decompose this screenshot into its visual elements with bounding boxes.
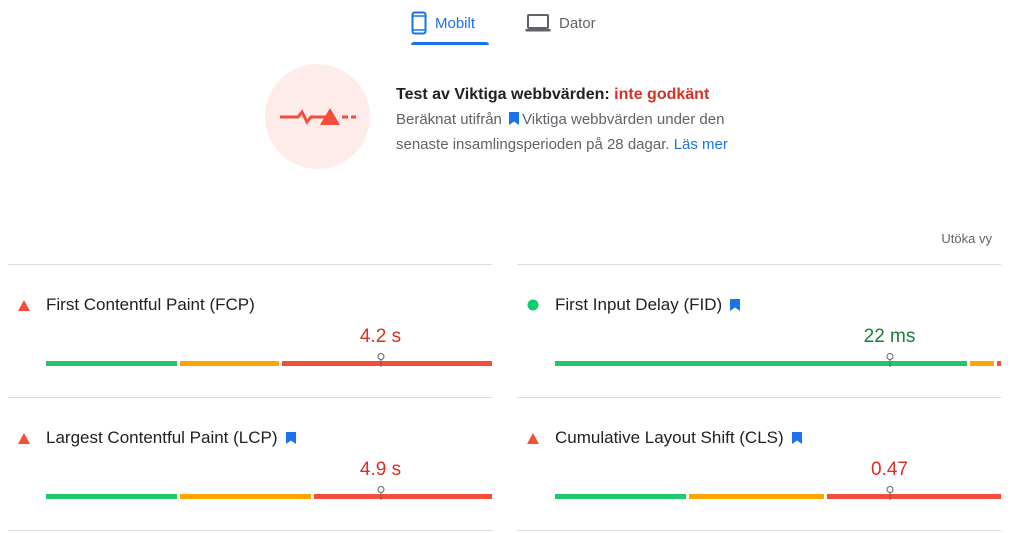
distribution-average-segment — [688, 494, 825, 499]
metric-name: First Input Delay (FID) — [555, 295, 723, 314]
percentile-marker — [377, 353, 384, 368]
metric-value: 22 ms — [863, 326, 916, 347]
laptop-icon — [525, 13, 551, 33]
metric-lcp: Largest Contentful Paint (LCP) 4.9 s — [8, 397, 492, 531]
learn-more-link[interactable]: Läs mer — [674, 136, 728, 153]
bookmark-icon — [285, 432, 296, 444]
metric-value: 4.9 s — [359, 459, 402, 480]
distribution-good-segment — [46, 494, 177, 499]
distribution-good-segment — [555, 361, 967, 366]
percentile-marker — [886, 353, 893, 368]
distribution-bar — [555, 353, 1001, 367]
metric-fid: First Input Delay (FID) 22 ms — [517, 264, 1001, 397]
assessment-title: Test av Viktiga webbvärden: inte godkänt — [396, 85, 776, 105]
bookmark-icon — [791, 432, 802, 444]
tab-desktop-label: Dator — [559, 14, 596, 32]
metric-header: Cumulative Layout Shift (CLS) — [527, 428, 802, 448]
distribution-good-segment — [46, 361, 177, 366]
distribution-poor-segment — [827, 494, 1001, 499]
device-tabs: Mobilt Dator — [0, 0, 1023, 48]
metric-name: First Contentful Paint (FCP) — [46, 295, 255, 314]
tab-mobile[interactable]: Mobilt — [411, 0, 489, 46]
metric-name: Cumulative Layout Shift (CLS) — [555, 428, 784, 447]
active-tab-indicator — [411, 42, 489, 45]
distribution-poor-segment — [313, 494, 492, 499]
pass-circle-icon — [527, 296, 555, 314]
metric-value: 0.47 — [871, 459, 908, 480]
expand-view-toggle[interactable]: Utöka vy — [941, 231, 992, 246]
distribution-bar — [46, 353, 492, 367]
bookmark-icon — [730, 299, 741, 311]
distribution-poor-segment — [996, 361, 1001, 366]
distribution-average-segment — [179, 361, 280, 366]
metric-header: First Contentful Paint (FCP) — [18, 295, 255, 315]
metric-header: First Input Delay (FID) — [527, 295, 741, 315]
percentile-marker — [886, 486, 893, 501]
distribution-average-segment — [179, 494, 311, 499]
bookmark-icon — [509, 109, 520, 133]
percentile-marker — [377, 486, 384, 501]
metric-value: 4.2 s — [359, 326, 402, 347]
assessment-status: inte godkänt — [614, 86, 710, 103]
assessment-summary: Test av Viktiga webbvärden: inte godkänt… — [396, 85, 776, 157]
smartphone-icon — [411, 11, 427, 35]
metric-fcp: First Contentful Paint (FCP) 4.2 s — [8, 264, 492, 397]
tab-desktop[interactable]: Dator — [525, 0, 611, 46]
metric-header: Largest Contentful Paint (LCP) — [18, 428, 296, 448]
distribution-average-segment — [969, 361, 994, 366]
fail-triangle-icon — [18, 429, 46, 447]
failed-assessment-icon — [265, 64, 370, 169]
assessment-title-prefix: Test av Viktiga webbvärden: — [396, 86, 615, 103]
assessment-description: Beräknat utifrån Viktiga webbvärden unde… — [396, 108, 776, 157]
fail-triangle-icon — [527, 429, 555, 447]
metric-cls: Cumulative Layout Shift (CLS) 0.47 — [517, 397, 1001, 531]
metric-name: Largest Contentful Paint (LCP) — [46, 428, 278, 447]
tab-mobile-label: Mobilt — [435, 14, 476, 32]
distribution-good-segment — [555, 494, 686, 499]
assessment-desc-part1: Beräknat utifrån — [396, 111, 502, 128]
distribution-poor-segment — [282, 361, 492, 366]
distribution-bar — [46, 486, 492, 500]
distribution-bar — [555, 486, 1001, 500]
fail-triangle-icon — [18, 296, 46, 314]
